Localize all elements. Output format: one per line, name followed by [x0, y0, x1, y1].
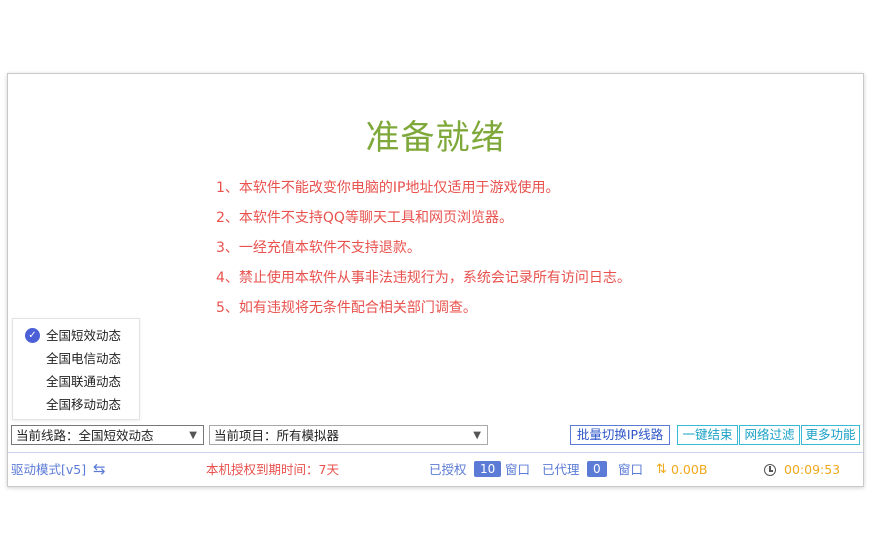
authorized-label: 已授权 — [429, 462, 467, 477]
traffic-value: 0.00B — [671, 462, 708, 477]
license-expiry-text: 本机授权到期时间：7天 — [206, 462, 339, 477]
one-click-end-button[interactable]: 一键结束 — [677, 425, 738, 445]
traffic-icon: ⇅ — [656, 462, 667, 477]
line-option-unicom[interactable]: 全国联通动态 — [13, 370, 139, 393]
status-title: 准备就绪 — [365, 118, 506, 158]
notice-item: 4、禁止使用本软件从事非法违规行为，系统会记录所有访问日志。 — [216, 270, 631, 286]
line-option-short-dynamic[interactable]: ✓ 全国短效动态 — [13, 324, 139, 347]
network-filter-button[interactable]: 网络过滤 — [739, 425, 800, 445]
line-option-label: 全国电信动态 — [46, 351, 122, 366]
notice-item: 3、一经充值本软件不支持退款。 — [216, 240, 421, 256]
line-option-label: 全国联通动态 — [46, 374, 122, 389]
batch-switch-ip-button[interactable]: 批量切换IP线路 — [570, 425, 670, 445]
line-select-label: 当前线路： — [16, 428, 79, 443]
line-dropdown-menu: ✓ 全国短效动态 全国电信动态 全国联通动态 全国移动动态 — [12, 318, 140, 420]
line-select-value: 全国短效动态 — [78, 428, 154, 443]
notice-item: 1、本软件不能改变你电脑的IP地址仅适用于游戏使用。 — [216, 180, 560, 196]
session-timer: 00:09:53 — [784, 462, 841, 477]
line-option-mobile[interactable]: 全国移动动态 — [13, 393, 139, 416]
line-option-label: 全国移动动态 — [46, 397, 122, 412]
project-select-value: 所有模拟器 — [276, 428, 340, 443]
chevron-down-icon: ▼ — [473, 430, 481, 441]
more-functions-button[interactable]: 更多功能 — [801, 425, 860, 445]
authorized-count-badge: 10 — [474, 461, 502, 477]
chevron-down-icon: ▼ — [189, 430, 197, 441]
line-option-telecom[interactable]: 全国电信动态 — [13, 347, 139, 370]
toolbar: 当前线路：全国短效动态 ▼ 当前项目：所有模拟器 ▼ 批量切换IP线路 一键结束… — [8, 423, 863, 449]
drive-mode-label[interactable]: 驱动模式[v5] — [11, 453, 86, 486]
window-unit-label: 窗口 — [505, 462, 531, 477]
notice-item: 2、本软件不支持QQ等聊天工具和网页浏览器。 — [216, 210, 513, 226]
clock-icon — [764, 464, 776, 476]
notice-item: 5、如有违规将无条件配合相关部门调查。 — [216, 300, 477, 316]
line-option-label: 全国短效动态 — [46, 328, 122, 343]
proxied-count-badge: 0 — [587, 461, 607, 477]
window-unit-label: 窗口 — [618, 462, 644, 477]
check-icon: ✓ — [25, 328, 40, 343]
notice-list: 1、本软件不能改变你电脑的IP地址仅适用于游戏使用。 2、本软件不支持QQ等聊天… — [216, 178, 631, 328]
project-select-label: 当前项目： — [214, 428, 277, 443]
proxied-label: 已代理 — [542, 462, 580, 477]
line-select[interactable]: 当前线路：全国短效动态 ▼ — [11, 425, 204, 445]
app-window: 准备就绪 1、本软件不能改变你电脑的IP地址仅适用于游戏使用。 2、本软件不支持… — [7, 73, 864, 487]
swap-icon[interactable]: ⇆ — [93, 453, 106, 486]
project-select[interactable]: 当前项目：所有模拟器 ▼ — [209, 425, 488, 445]
status-bar: 驱动模式[v5] ⇆ 本机授权到期时间：7天 已授权 10 窗口 已代理 0 窗… — [8, 452, 863, 486]
